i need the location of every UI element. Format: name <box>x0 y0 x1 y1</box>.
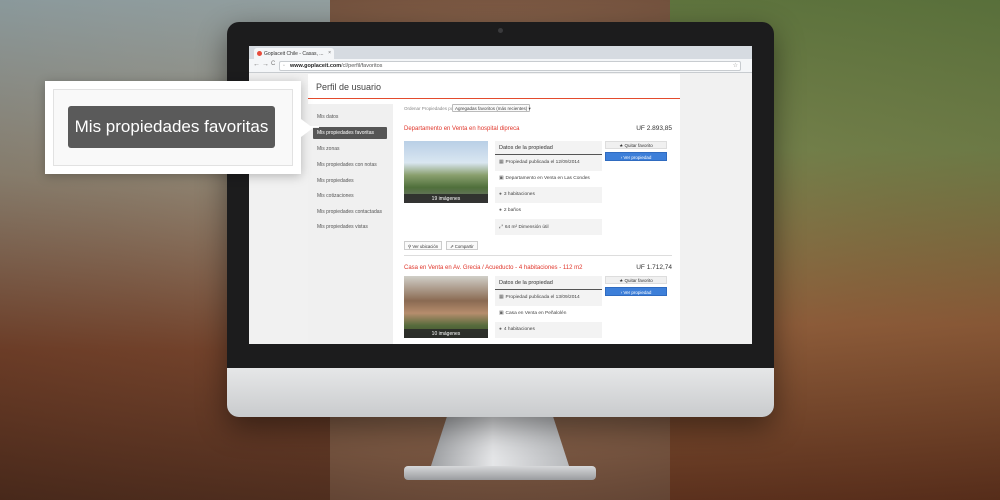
sort-select-value: Agregadas favoritos (más recientes) <box>455 106 528 111</box>
url-host: www.goplaceit.com <box>290 63 342 69</box>
listing-title[interactable]: Casa en Venta en Av. Grecia / Acueducto … <box>404 265 582 271</box>
detail-type: ▣ Casa en Venta en Peñalolén <box>499 311 567 316</box>
sidebar-item-propiedades[interactable]: Mis propiedades <box>317 178 354 184</box>
view-property-button[interactable]: › Ver propiedad <box>605 152 667 161</box>
callout-label: Mis propiedades favoritas <box>68 106 275 148</box>
listing-title[interactable]: Departamento en Venta en hospital diprec… <box>404 126 519 132</box>
tab-title: Goplaceit Chile - Casas, ... <box>264 51 324 57</box>
close-tab-icon[interactable]: × <box>328 50 331 56</box>
details-title: Datos de la propiedad <box>495 141 602 155</box>
detail-published: ▦ Propiedad publicada el 13/09/2014 <box>495 290 602 306</box>
sidebar-item-contactadas[interactable]: Mis propiedades contactadas <box>317 209 382 215</box>
monitor-chin <box>227 368 774 417</box>
listing-details: Datos de la propiedad ▦ Propiedad publica… <box>495 141 602 235</box>
info-icon: ● <box>499 327 502 332</box>
web-page: Perfil de usuario Mis datos Mis propieda… <box>308 74 680 344</box>
details-title: Datos de la propiedad <box>495 276 602 290</box>
sidebar: Mis datos Mis propiedades favoritas Mis … <box>308 104 393 344</box>
remove-favorite-button[interactable]: ★ Quitar favorito <box>605 141 667 149</box>
detail-baths: ● 2 baños <box>499 208 521 213</box>
share-button[interactable]: ⇗ Compartir <box>446 241 478 250</box>
detail-rooms: ● 4 habitaciones <box>495 322 602 338</box>
page-icon: ▫ <box>283 63 285 69</box>
bookmark-star-icon[interactable]: ☆ <box>733 62 738 69</box>
view-location-button[interactable]: ⚲ Ver ubicación <box>404 241 443 250</box>
listing-price: UF 2.893,85 <box>636 125 672 132</box>
browser-tab[interactable]: Goplaceit Chile - Casas, ... × <box>254 48 334 59</box>
sidebar-item-zonas[interactable]: Mis zonas <box>317 146 340 152</box>
monitor-stand <box>430 417 570 469</box>
sort-select[interactable]: Agregadas favoritos (más recientes) ▾ <box>452 104 531 112</box>
reload-icon[interactable]: C <box>271 61 275 67</box>
url-path: /cl/perfil/favoritos <box>341 63 383 69</box>
url-bar: ← → C ▫ www.goplaceit.com/cl/perfil/favo… <box>249 59 752 73</box>
detail-rooms: ● 3 habitaciones <box>495 187 602 203</box>
back-icon[interactable]: ← <box>253 61 260 68</box>
resize-icon: ⤢ <box>499 225 503 230</box>
sort-label: Ordenar Propiedades por: <box>404 106 457 111</box>
screen: Goplaceit Chile - Casas, ... × ← → C ▫ w… <box>249 46 752 344</box>
calendar-icon: ▦ <box>499 295 504 300</box>
photo-caption: 10 imágenes <box>404 329 488 338</box>
detail-area: ⤢ 64 m² Dimensión útil <box>495 219 602 235</box>
sidebar-item-favoritas[interactable]: Mis propiedades favoritas <box>313 127 387 139</box>
listing-photo[interactable]: 10 imágenes <box>404 276 488 338</box>
monitor-stand-base <box>404 466 596 480</box>
address-input[interactable]: ▫ www.goplaceit.com/cl/perfil/favoritos … <box>279 61 741 71</box>
sidebar-item-cotizaciones[interactable]: Mis cotizaciones <box>317 193 354 199</box>
page-title: Perfil de usuario <box>316 82 382 92</box>
home-icon: ▣ <box>499 311 504 316</box>
detail-type: ▣ Departamento en Venta en Las Condes <box>499 176 590 181</box>
calendar-icon: ▦ <box>499 160 504 165</box>
info-icon: ● <box>499 192 502 197</box>
photo-caption: 19 imágenes <box>404 194 488 203</box>
sidebar-item-vistas[interactable]: Mis propiedades vistas <box>317 224 368 230</box>
camera <box>498 28 503 33</box>
view-property-button[interactable]: › Ver propiedad <box>605 287 667 296</box>
home-icon: ▣ <box>499 176 504 181</box>
sidebar-item-notas[interactable]: Mis propiedades con notas <box>317 162 377 168</box>
sidebar-item-mis-datos[interactable]: Mis datos <box>317 114 338 120</box>
title-divider <box>308 98 680 99</box>
tab-bar: Goplaceit Chile - Casas, ... × <box>249 46 752 59</box>
listing-price: UF 1.712,74 <box>636 264 672 271</box>
detail-published: ▦ Propiedad publicada el 12/09/2014 <box>495 155 602 171</box>
favicon-icon <box>257 51 262 56</box>
remove-favorite-button[interactable]: ★ Quitar favorito <box>605 276 667 284</box>
callout: Mis propiedades favoritas <box>45 81 313 174</box>
listing-details: Datos de la propiedad ▦ Propiedad publica… <box>495 276 602 338</box>
listing-divider <box>404 255 672 256</box>
callout-arrow <box>301 119 313 137</box>
info-icon: ● <box>499 208 502 213</box>
listing-photo[interactable]: 19 imágenes <box>404 141 488 203</box>
forward-icon[interactable]: → <box>262 61 269 68</box>
